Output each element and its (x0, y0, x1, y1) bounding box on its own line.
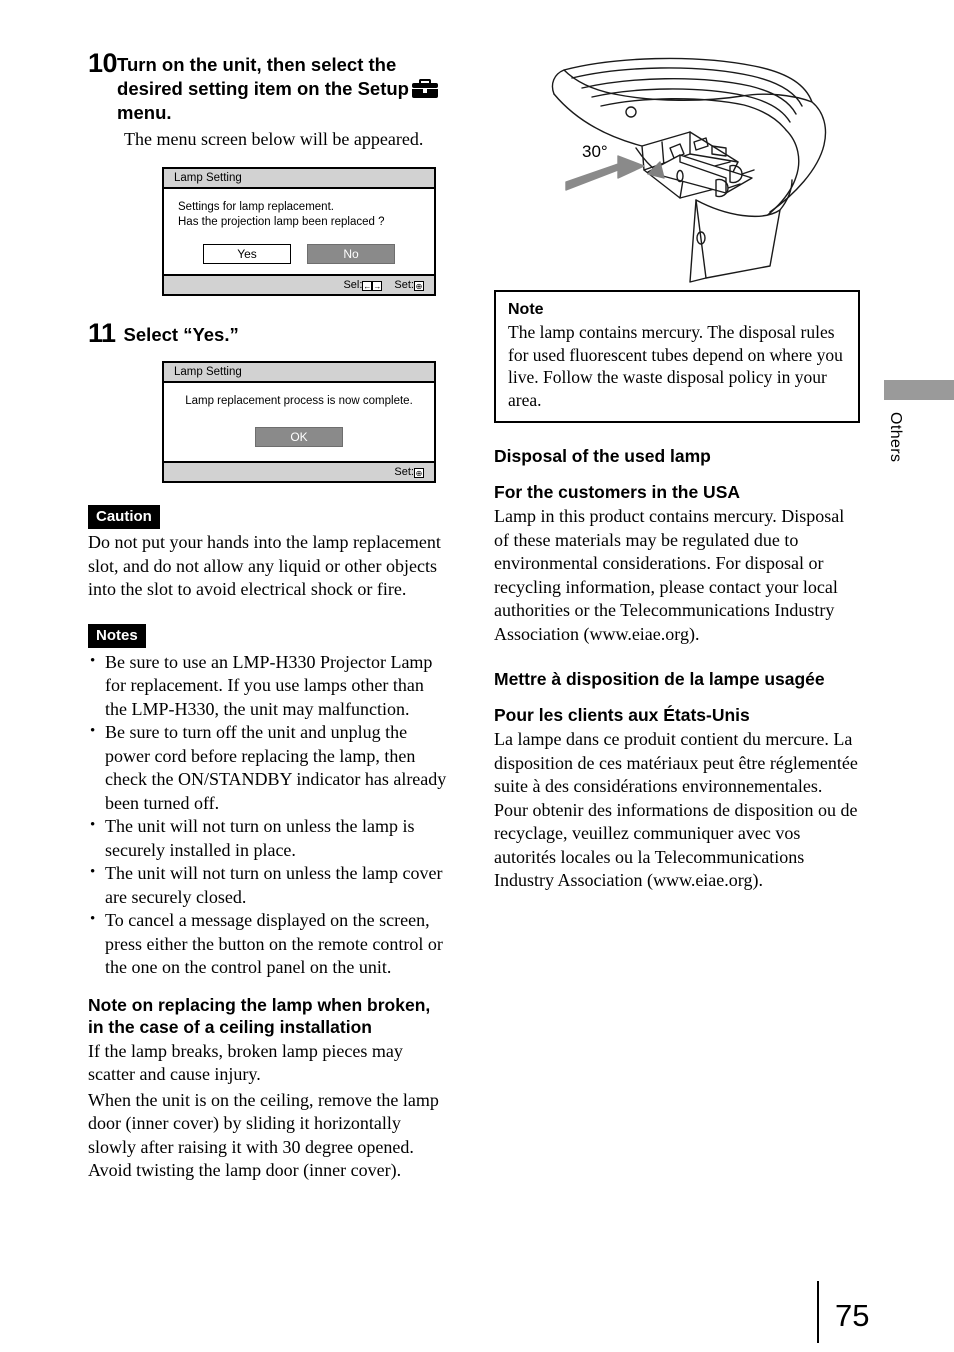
notes-list: Be sure to use an LMP-H330 Projector Lam… (88, 650, 450, 980)
page-number: 75 (835, 1297, 870, 1333)
ceiling-note-heading: Note on replacing the lamp when broken, … (88, 994, 431, 1037)
osd2-body: Lamp replacement process is now complete… (164, 383, 434, 461)
section-tab-label: Others (887, 412, 904, 463)
footer-divider (817, 1281, 819, 1343)
step-10-title-part2: menu. (117, 102, 172, 123)
ceiling-note-para-2: When the unit is on the ceiling, remove … (88, 1089, 439, 1181)
list-item: The unit will not turn on unless the lam… (88, 861, 450, 909)
caution-tag: Caution (88, 505, 160, 529)
notes-tag: Notes (88, 623, 146, 648)
manual-page: 10 Turn on the unit, then select the des… (0, 0, 954, 1352)
disposal-fr-heading: Mettre à disposition de la lampe usagée (494, 669, 825, 689)
angle-label-30-degrees: 30° (582, 142, 608, 161)
osd1-line-1: Settings for lamp replacement. (178, 201, 334, 213)
projector-lamp-door-30-degree-diagram: 30° (494, 50, 860, 285)
step-11-number: 11 (88, 318, 116, 348)
page-footer: 75 (817, 1281, 869, 1343)
step-10-body: The menu screen below will be appeared. (124, 129, 424, 149)
step-10: 10 Turn on the unit, then select the des… (88, 50, 450, 125)
osd1-footer: Sel:← → Set: ⊕ (164, 274, 434, 294)
note-box-mercury: Note The lamp contains mercury. The disp… (494, 290, 860, 423)
osd1-yes-button[interactable]: Yes (203, 244, 291, 264)
step-10-title: Turn on the unit, then select the desire… (117, 50, 450, 125)
osd2-line-1: Lamp replacement process is now complete… (185, 395, 413, 407)
disposal-usa-heading: For the customers in the USA (494, 482, 741, 502)
arrow-left-key-icon: ← (362, 281, 373, 291)
note-box-text: The lamp contains mercury. The disposal … (508, 322, 843, 410)
osd-lamp-setting-confirm: Lamp Setting Settings for lamp replaceme… (162, 167, 436, 296)
right-column: Note The lamp contains mercury. The disp… (494, 290, 860, 893)
osd2-footer: Set: ⊕ (164, 461, 434, 481)
osd1-sel-hint: Sel:← → (343, 279, 383, 291)
osd1-set-hint: Set: ⊕ (394, 279, 424, 291)
step-11-title: Select “Yes.” (123, 324, 239, 345)
osd2-button-row: OK (178, 427, 420, 447)
step-10-number: 10 (88, 48, 118, 78)
enter-key-icon: ⊕ (414, 468, 424, 478)
note-box-title: Note (508, 301, 544, 318)
osd1-button-row: Yes No (178, 244, 420, 264)
osd2-set-hint: Set: ⊕ (394, 466, 424, 478)
caution-text: Do not put your hands into the lamp repl… (88, 532, 441, 599)
osd1-body: Settings for lamp replacement. Has the p… (164, 189, 434, 274)
disposal-fr-usa-heading: Pour les clients aux États-Unis (494, 705, 750, 725)
osd-lamp-setting-complete: Lamp Setting Lamp replacement process is… (162, 361, 436, 483)
left-column: 10 Turn on the unit, then select the des… (88, 50, 450, 1183)
section-tab-marker (884, 380, 954, 400)
disposal-heading: Disposal of the used lamp (494, 446, 711, 466)
osd1-no-button[interactable]: No (307, 244, 395, 264)
setup-toolbox-icon (411, 79, 438, 98)
osd2-title: Lamp Setting (164, 363, 434, 383)
list-item: Be sure to use an LMP-H330 Projector Lam… (88, 650, 450, 722)
arrow-right-key-icon: → (372, 281, 383, 291)
list-item: The unit will not turn on unless the lam… (88, 814, 450, 862)
osd2-ok-button[interactable]: OK (255, 427, 343, 447)
list-item: To cancel a message displayed on the scr… (88, 908, 450, 980)
list-item: Be sure to turn off the unit and unplug … (88, 720, 450, 815)
osd1-line-2: Has the projection lamp been replaced ? (178, 216, 385, 228)
enter-key-icon: ⊕ (414, 281, 424, 291)
disposal-usa-text: Lamp in this product contains mercury. D… (494, 506, 845, 644)
osd1-title: Lamp Setting (164, 169, 434, 189)
step-10-title-part1: Turn on the unit, then select the desire… (117, 54, 409, 99)
step-11: 11 Select “Yes.” (88, 320, 450, 347)
disposal-fr-usa-text: La lampe dans ce produit contient du mer… (494, 729, 858, 890)
ceiling-note-para-1: If the lamp breaks, broken lamp pieces m… (88, 1040, 403, 1085)
